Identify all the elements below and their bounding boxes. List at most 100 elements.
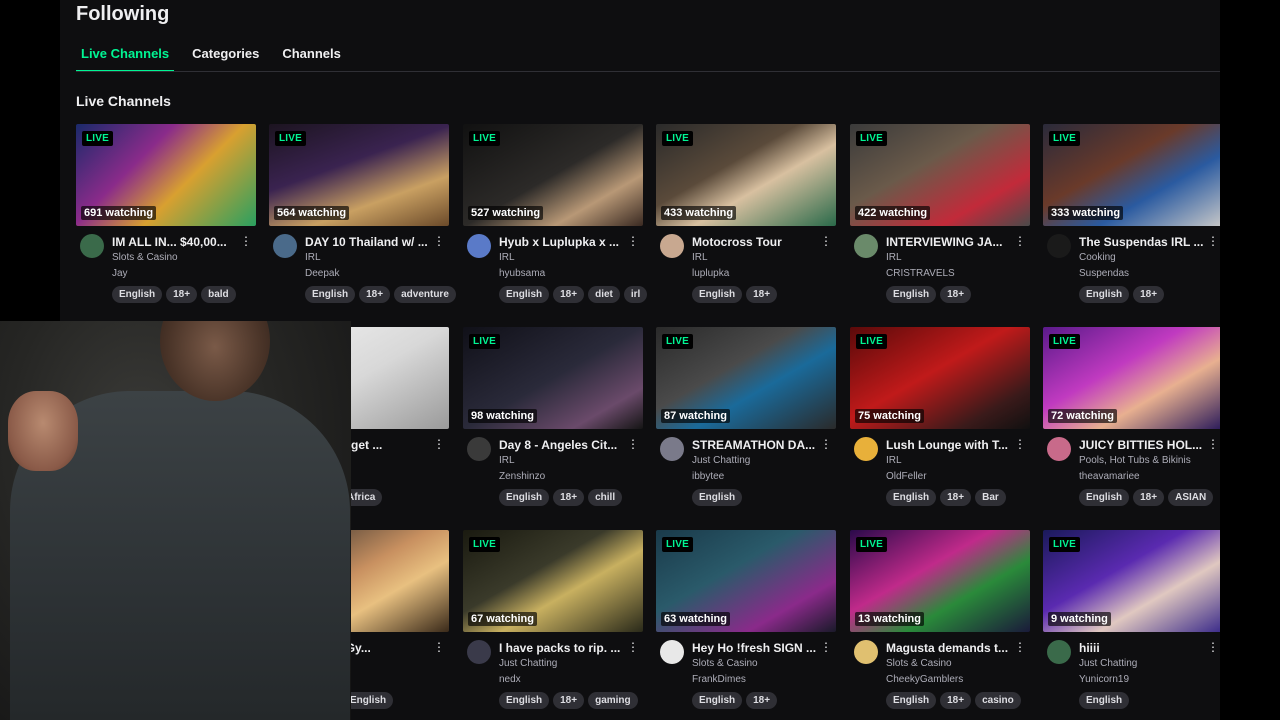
streamer-avatar[interactable]: [1047, 640, 1071, 664]
streamer-name[interactable]: nedx: [499, 674, 521, 685]
streamer-name[interactable]: OldFeller: [886, 471, 927, 482]
stream-thumbnail[interactable]: LIVE 433 watching: [656, 124, 836, 226]
more-options-icon[interactable]: ⋮: [1207, 640, 1219, 654]
stream-category[interactable]: IRL: [305, 252, 321, 263]
tag-pill[interactable]: ASIAN: [1168, 489, 1214, 506]
tag-pill[interactable]: 18+: [359, 286, 391, 303]
streamer-name[interactable]: Deepak: [305, 268, 339, 279]
stream-category[interactable]: IRL: [886, 252, 902, 263]
tag-pill[interactable]: 18+: [940, 286, 972, 303]
tag-pill[interactable]: English: [1079, 692, 1130, 709]
streamer-name[interactable]: FrankDimes: [692, 674, 746, 685]
more-options-icon[interactable]: ⋮: [627, 640, 639, 654]
tab-channels[interactable]: Channels: [277, 44, 346, 70]
more-options-icon[interactable]: ⋮: [240, 234, 252, 248]
streamer-name[interactable]: theavamariee: [1079, 471, 1140, 482]
more-options-icon[interactable]: ⋮: [1207, 234, 1219, 248]
tag-pill[interactable]: 18+: [940, 489, 972, 506]
streamer-name[interactable]: hyubsama: [499, 268, 545, 279]
stream-category[interactable]: Pools, Hot Tubs & Bikinis: [1079, 455, 1191, 466]
streamer-avatar[interactable]: [660, 640, 684, 664]
tag-pill[interactable]: English: [305, 286, 356, 303]
stream-thumbnail[interactable]: LIVE 87 watching: [656, 327, 836, 429]
tag-pill[interactable]: 18+: [553, 692, 585, 709]
more-options-icon[interactable]: ⋮: [627, 234, 639, 248]
stream-title[interactable]: Magusta demands t...: [886, 641, 1016, 655]
stream-thumbnail[interactable]: LIVE 98 watching: [463, 327, 643, 429]
streamer-name[interactable]: CheekyGamblers: [886, 674, 963, 685]
streamer-avatar[interactable]: [1047, 437, 1071, 461]
channel-card[interactable]: LIVE 98 watching Day 8 - Angeles Cit... ⋮ IR…: [463, 327, 643, 517]
tag-pill[interactable]: 18+: [553, 489, 585, 506]
streamer-avatar[interactable]: [467, 640, 491, 664]
more-options-icon[interactable]: ⋮: [433, 640, 445, 654]
tag-pill[interactable]: diet: [588, 286, 620, 303]
channel-card[interactable]: LIVE 75 watching Lush Lounge with T... ⋮ IRL…: [850, 327, 1030, 517]
more-options-icon[interactable]: ⋮: [1014, 234, 1026, 248]
tag-pill[interactable]: irl: [623, 286, 648, 303]
stream-title[interactable]: I have packs to rip. ...: [499, 641, 629, 655]
tag-pill[interactable]: adventure: [394, 286, 456, 303]
streamer-name[interactable]: Zenshinzo: [499, 471, 545, 482]
tag-pill[interactable]: casino: [975, 692, 1021, 709]
stream-category[interactable]: Cooking: [1079, 252, 1116, 263]
stream-category[interactable]: IRL: [886, 455, 902, 466]
channel-card[interactable]: LIVE 691 watching IM ALL IN... $40,00... ⋮ S…: [76, 124, 256, 314]
channel-card[interactable]: LIVE 67 watching I have packs to rip. ... ⋮…: [463, 530, 643, 720]
tag-pill[interactable]: bald: [201, 286, 236, 303]
stream-category[interactable]: IRL: [692, 252, 708, 263]
stream-title[interactable]: IM ALL IN... $40,00...: [112, 235, 242, 249]
stream-title[interactable]: hiiii: [1079, 641, 1209, 655]
tag-pill[interactable]: 18+: [1133, 286, 1165, 303]
more-options-icon[interactable]: ⋮: [820, 640, 832, 654]
streamer-avatar[interactable]: [660, 234, 684, 258]
tag-pill[interactable]: English: [886, 692, 937, 709]
stream-thumbnail[interactable]: LIVE 67 watching: [463, 530, 643, 632]
streamer-name[interactable]: ibbytee: [692, 471, 724, 482]
tag-pill[interactable]: gaming: [588, 692, 638, 709]
stream-thumbnail[interactable]: LIVE 72 watching: [1043, 327, 1220, 429]
stream-title[interactable]: JUICY BITTIES HOL...: [1079, 438, 1209, 452]
streamer-avatar[interactable]: [854, 234, 878, 258]
tag-pill[interactable]: English: [886, 489, 937, 506]
tag-pill[interactable]: English: [692, 489, 743, 506]
stream-title[interactable]: Hyub x Luplupka x ...: [499, 235, 629, 249]
stream-title[interactable]: DAY 10 Thailand w/ ...: [305, 235, 435, 249]
channel-card[interactable]: LIVE 433 watching Motocross Tour ⋮ IRL luplup…: [656, 124, 836, 314]
streamer-avatar[interactable]: [273, 234, 297, 258]
channel-card[interactable]: LIVE 63 watching Hey Ho !fresh SIGN ... ⋮ Sl…: [656, 530, 836, 720]
streamer-name[interactable]: CRISTRAVELS: [886, 268, 955, 279]
tab-categories[interactable]: Categories: [187, 44, 264, 70]
channel-card[interactable]: LIVE 333 watching The Suspendas IRL ... ⋮ Co…: [1043, 124, 1220, 314]
stream-title[interactable]: Hey Ho !fresh SIGN ...: [692, 641, 822, 655]
streamer-avatar[interactable]: [467, 437, 491, 461]
channel-card[interactable]: LIVE 422 watching INTERVIEWING JA... ⋮ IRL CR…: [850, 124, 1030, 314]
stream-title[interactable]: Motocross Tour: [692, 235, 822, 249]
tag-pill[interactable]: 18+: [940, 692, 972, 709]
stream-title[interactable]: The Suspendas IRL ...: [1079, 235, 1209, 249]
more-options-icon[interactable]: ⋮: [820, 234, 832, 248]
tag-pill[interactable]: English: [499, 692, 550, 709]
tag-pill[interactable]: 18+: [1133, 489, 1165, 506]
streamer-avatar[interactable]: [467, 234, 491, 258]
streamer-name[interactable]: Yunicorn19: [1079, 674, 1129, 685]
tag-pill[interactable]: English: [886, 286, 937, 303]
stream-thumbnail[interactable]: LIVE 13 watching: [850, 530, 1030, 632]
more-options-icon[interactable]: ⋮: [1014, 437, 1026, 451]
tag-pill[interactable]: Bar: [975, 489, 1006, 506]
stream-thumbnail[interactable]: LIVE 9 watching: [1043, 530, 1220, 632]
tag-pill[interactable]: chill: [588, 489, 623, 506]
more-options-icon[interactable]: ⋮: [433, 437, 445, 451]
stream-title[interactable]: Day 8 - Angeles Cit...: [499, 438, 629, 452]
stream-thumbnail[interactable]: LIVE 63 watching: [656, 530, 836, 632]
more-options-icon[interactable]: ⋮: [1207, 437, 1219, 451]
streamer-avatar[interactable]: [854, 640, 878, 664]
stream-category[interactable]: IRL: [499, 455, 515, 466]
stream-category[interactable]: IRL: [499, 252, 515, 263]
streamer-avatar[interactable]: [854, 437, 878, 461]
streamer-avatar[interactable]: [80, 234, 104, 258]
stream-category[interactable]: Just Chatting: [499, 658, 557, 669]
stream-thumbnail[interactable]: LIVE 527 watching: [463, 124, 643, 226]
tag-pill[interactable]: English: [499, 489, 550, 506]
stream-title[interactable]: STREAMATHON DA...: [692, 438, 822, 452]
